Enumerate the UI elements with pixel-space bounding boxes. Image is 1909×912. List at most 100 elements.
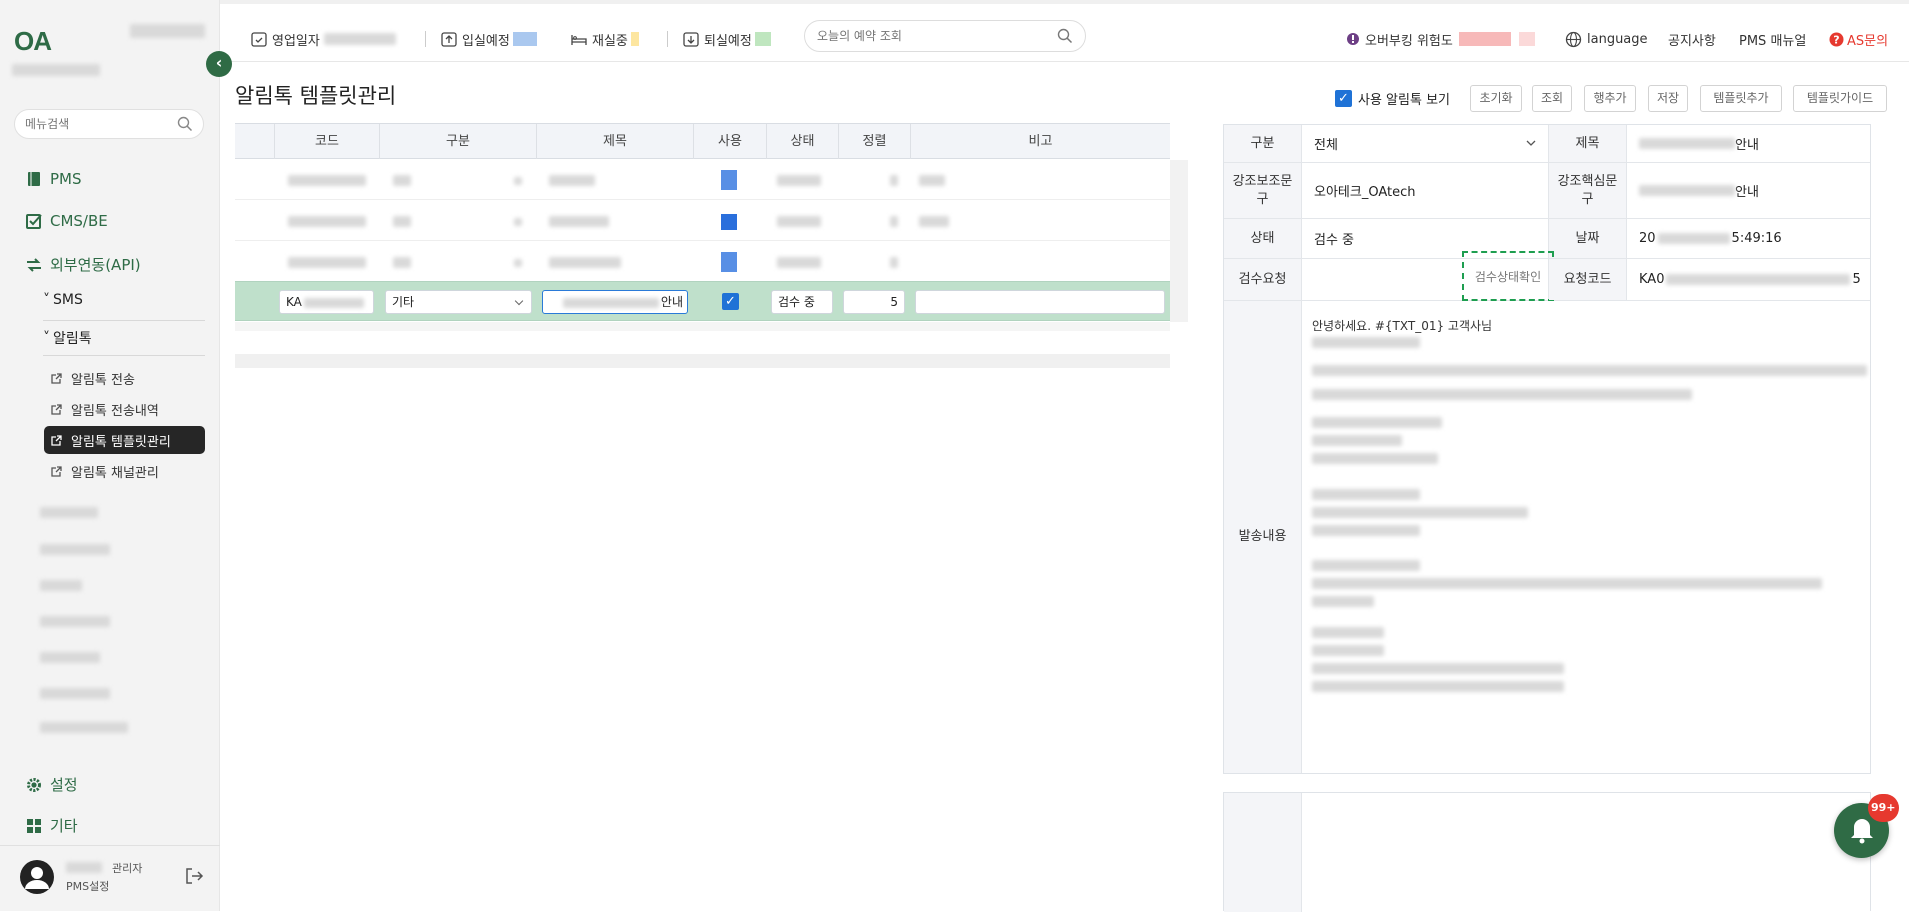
code-input[interactable]: KA xyxy=(279,290,374,314)
nav-alimtalk-channel[interactable]: 알림톡 채널관리 xyxy=(44,457,205,485)
nav-sms[interactable]: ˅ SMS xyxy=(43,292,83,308)
language-label: language xyxy=(1587,31,1648,47)
table-row[interactable] xyxy=(235,242,1170,282)
title-input[interactable]: 안내 xyxy=(542,290,688,314)
category-select[interactable]: 전체 xyxy=(1302,125,1549,162)
business-date-value-redacted xyxy=(323,33,396,45)
message-line-redacted xyxy=(1312,663,1564,674)
show-used-toggle[interactable]: ✓ 사용 알림톡 보기 xyxy=(1335,89,1450,108)
date-value-cell: 20 5:49:16 xyxy=(1627,219,1870,258)
hotel-subname-redacted xyxy=(12,64,100,76)
grid-header-category[interactable]: 구분 xyxy=(379,124,536,159)
nav-item-redacted[interactable] xyxy=(40,507,98,518)
use-checkbox[interactable]: ✓ xyxy=(722,293,739,310)
grid-header-order[interactable]: 정렬 xyxy=(838,124,910,159)
nav-item-redacted[interactable] xyxy=(40,580,82,591)
nav-item-redacted[interactable] xyxy=(40,616,110,627)
checkin-count[interactable]: 입실예정 xyxy=(440,30,537,49)
review-status-check-label: 검수상태확인 xyxy=(1474,269,1542,284)
use-checkbox[interactable] xyxy=(721,170,737,190)
note-input[interactable] xyxy=(915,290,1165,314)
table-row-selected[interactable]: KA 기타 안내 ✓ 검수 중 5 xyxy=(235,281,1170,321)
divider xyxy=(0,845,220,846)
reset-button[interactable]: 초기화 xyxy=(1470,85,1522,112)
nav-settings[interactable]: 설정 xyxy=(25,774,78,795)
add-row-button[interactable]: 행추가 xyxy=(1584,85,1636,112)
core-emphasis-input[interactable]: 안내 xyxy=(1627,163,1870,218)
grid-header-code[interactable]: 코드 xyxy=(274,124,379,159)
svg-text:?: ? xyxy=(1833,33,1839,46)
nav-alimtalk-history[interactable]: 알림톡 전송내역 xyxy=(44,395,205,423)
nav-etc[interactable]: 기타 xyxy=(25,815,78,836)
checkin-label: 입실예정 xyxy=(462,33,510,49)
nav-item-redacted[interactable] xyxy=(40,688,110,699)
overbooking-risk[interactable]: 오버부킹 위험도 xyxy=(1346,30,1535,49)
nav-external-api[interactable]: 외부연동(API) xyxy=(25,254,141,275)
sub-emphasis-input[interactable]: 오아테크_OAtech xyxy=(1302,163,1549,218)
nav-alimtalk-template[interactable]: 알림톡 템플릿관리 xyxy=(44,426,205,454)
add-template-button[interactable]: 템플릿추가 xyxy=(1700,85,1782,112)
review-status-check-button[interactable]: 검수상태확인 xyxy=(1462,251,1554,301)
question-icon: ? xyxy=(1829,32,1844,46)
order-input[interactable]: 5 xyxy=(843,290,905,314)
notice-link[interactable]: 공지사항 xyxy=(1668,30,1716,49)
grid-header-status[interactable]: 상태 xyxy=(766,124,838,159)
request-code-prefix: KA0 xyxy=(1639,272,1665,287)
use-checkbox[interactable] xyxy=(721,214,737,230)
content-label: 발송내용 xyxy=(1224,301,1302,773)
logout-icon[interactable] xyxy=(184,866,204,886)
inhouse-label: 재실중 xyxy=(592,33,628,49)
gear-icon xyxy=(27,777,41,792)
nav-item-redacted[interactable] xyxy=(40,544,110,555)
table-row[interactable] xyxy=(235,201,1170,241)
sidebar-collapse-button[interactable]: ‹ xyxy=(206,51,232,77)
message-content-textarea[interactable]: 안녕하세요. #{TXT_01} 고객사님 xyxy=(1300,305,1870,773)
grid-header-note[interactable]: 비고 xyxy=(910,124,1170,159)
nav-settings-label: 설정 xyxy=(50,776,78,794)
inhouse-count[interactable]: 재실중 xyxy=(570,30,639,49)
category-label: 구분 xyxy=(1224,125,1302,162)
grid-header-use[interactable]: 사용 xyxy=(693,124,766,159)
category-select[interactable]: 기타 xyxy=(385,290,532,314)
reservation-search-input[interactable] xyxy=(817,29,1057,43)
search-icon[interactable] xyxy=(1057,28,1073,44)
title-redacted xyxy=(549,216,609,227)
save-button[interactable]: 저장 xyxy=(1648,85,1688,112)
nav-cms-be[interactable]: CMS/BE xyxy=(25,212,108,230)
checkbox-checked-icon[interactable]: ✓ xyxy=(1335,90,1352,107)
status-field: 검수 중 xyxy=(771,290,833,314)
search-icon[interactable] xyxy=(177,116,193,132)
as-inquiry-link[interactable]: ? AS문의 xyxy=(1829,30,1888,49)
search-button[interactable]: 조회 xyxy=(1532,85,1572,112)
overbooking-value-redacted xyxy=(1458,32,1511,46)
message-line-redacted xyxy=(1312,525,1420,536)
menu-search-input[interactable] xyxy=(25,117,177,131)
message-line-redacted xyxy=(1312,453,1438,464)
language-selector[interactable]: language xyxy=(1565,30,1648,48)
nav-alimtalk[interactable]: ˅ 알림톡 xyxy=(43,328,92,348)
grid-horizontal-scrollbar[interactable] xyxy=(235,322,1170,331)
nav-alimtalk-send-label: 알림톡 전송 xyxy=(71,372,135,388)
grid-header-title[interactable]: 제목 xyxy=(536,124,693,159)
template-guide-button[interactable]: 템플릿가이드 xyxy=(1793,85,1887,112)
message-line-redacted xyxy=(1312,435,1402,446)
code-value: KA xyxy=(286,295,302,309)
divider xyxy=(425,31,426,47)
select-arrow-redacted xyxy=(514,259,522,267)
nav-item-redacted[interactable] xyxy=(40,722,128,733)
review-request-label: 검수요청 xyxy=(1224,259,1302,300)
avatar[interactable] xyxy=(20,860,54,894)
nav-item-redacted[interactable] xyxy=(40,652,100,663)
use-checkbox[interactable] xyxy=(721,252,737,272)
nav-alimtalk-send[interactable]: 알림톡 전송 xyxy=(44,364,205,392)
business-date[interactable]: 영업일자 xyxy=(250,30,396,49)
checkout-count[interactable]: 퇴실예정 xyxy=(682,30,771,49)
date-suffix: 5:49:16 xyxy=(1731,231,1782,246)
grid-vertical-scrollbar[interactable] xyxy=(1170,160,1188,322)
message-line-redacted xyxy=(1312,645,1384,656)
title-input[interactable]: 안내 xyxy=(1627,125,1870,162)
table-row[interactable] xyxy=(235,160,1170,200)
grid-header-rownum xyxy=(235,124,274,159)
manual-link[interactable]: PMS 매뉴얼 xyxy=(1739,30,1806,49)
nav-pms[interactable]: PMS xyxy=(25,170,82,188)
